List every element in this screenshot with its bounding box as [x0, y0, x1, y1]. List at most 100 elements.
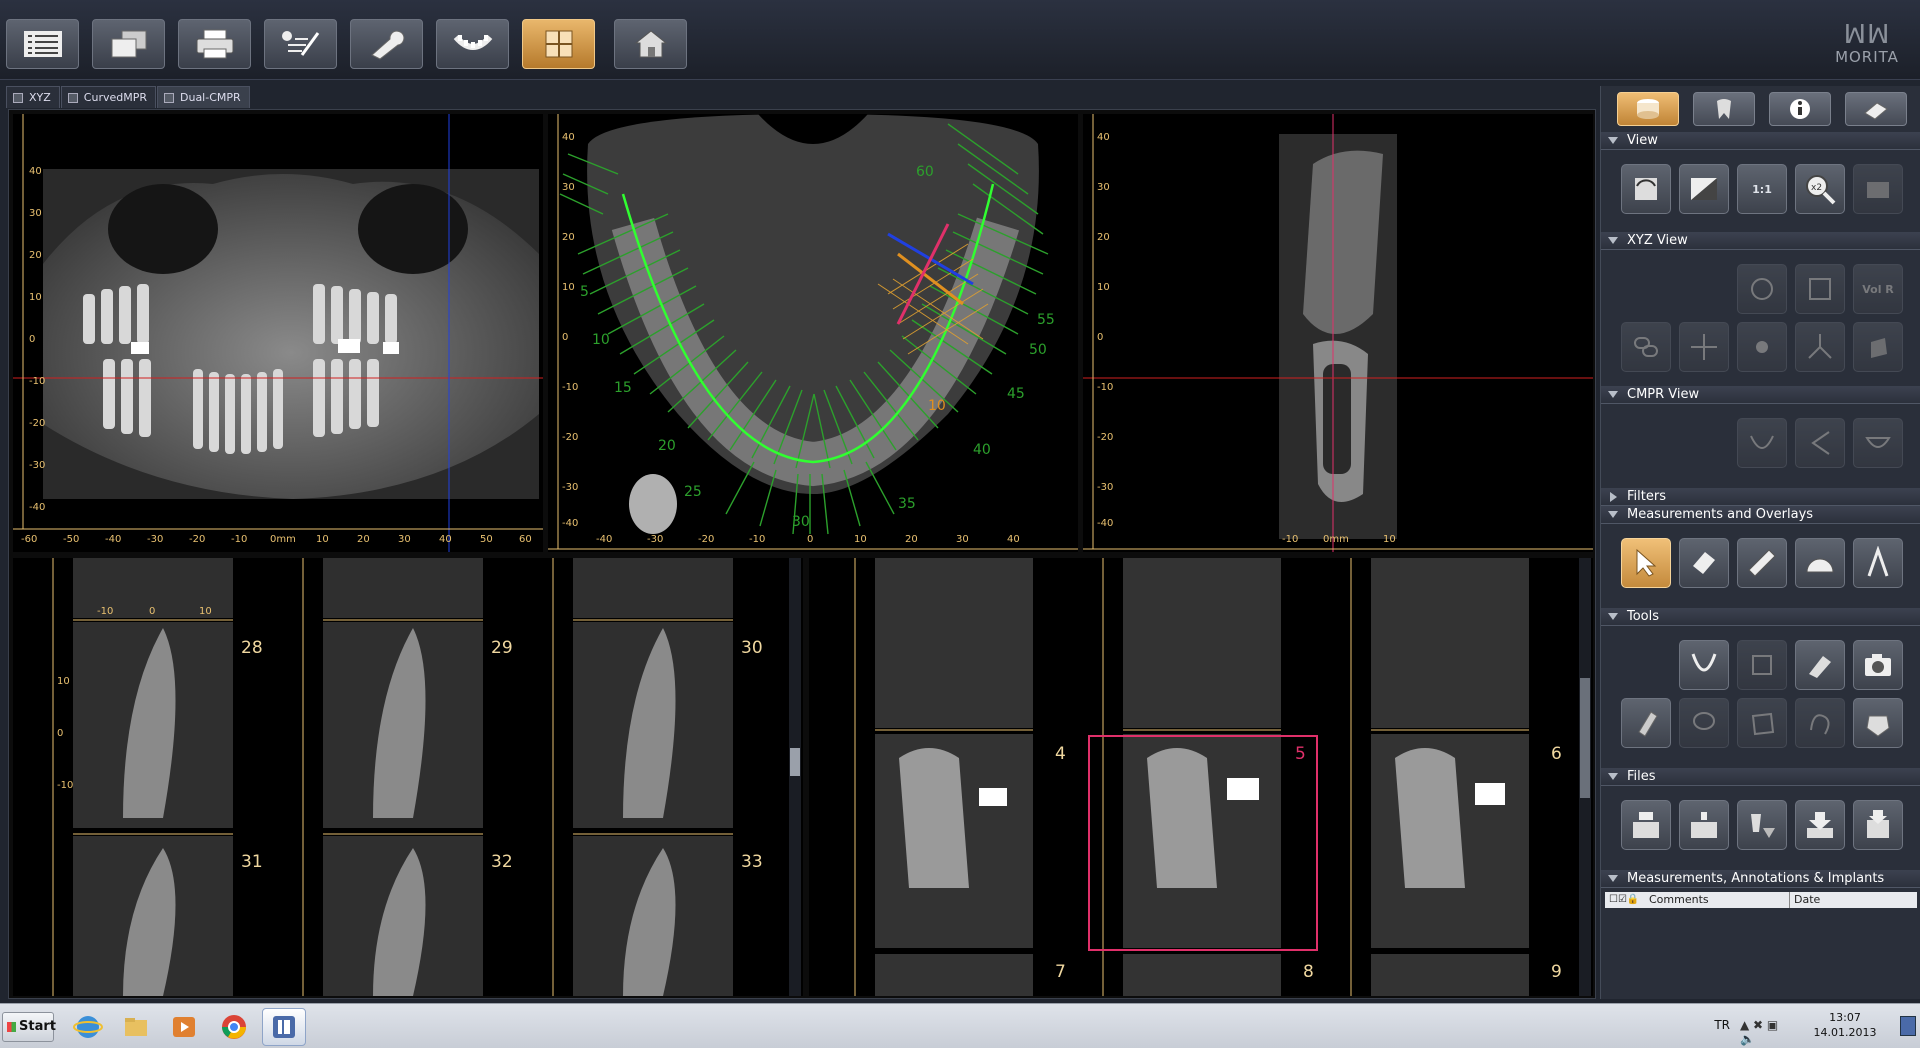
cross-section-slices-right[interactable]: 4 5 6 7 8 9 — [809, 558, 1593, 996]
patient-list-icon — [23, 31, 62, 57]
dicom-import-button[interactable] — [1679, 800, 1729, 850]
implant-tool-button[interactable] — [1795, 640, 1845, 690]
section-xyz-view[interactable]: XYZ View — [1601, 232, 1920, 250]
download-icon — [1807, 812, 1833, 838]
xyz-tool-button[interactable] — [1679, 322, 1729, 372]
taskbar-clock[interactable]: 13:07 14.01.2013 — [1810, 1010, 1880, 1040]
tab-xyz[interactable]: XYZ — [6, 86, 60, 108]
panel-tab-info[interactable] — [1769, 92, 1831, 126]
cmpr-tool-button[interactable] — [1853, 418, 1903, 468]
windows-logo-icon — [7, 1022, 16, 1032]
axes-icon — [1808, 334, 1832, 359]
tooth-icon — [1717, 99, 1731, 119]
arch-label: 15 — [614, 380, 632, 396]
taskbar-i-dixel[interactable] — [262, 1008, 306, 1046]
frame-icon — [1809, 278, 1831, 300]
section-annotations[interactable]: Measurements, Annotations & Implants — [1601, 870, 1920, 888]
section-cmpr-view[interactable]: CMPR View — [1601, 386, 1920, 404]
taskbar-media-player[interactable] — [162, 1008, 206, 1046]
tab-curvedmpr[interactable]: CurvedMPR — [60, 86, 156, 108]
layout-button[interactable] — [1853, 164, 1903, 214]
download-button[interactable] — [1795, 800, 1845, 850]
cross-section-slices-left[interactable]: 28 29 30 31 32 33 -10 0 10 10 0 -10 — [13, 558, 803, 996]
tool-button[interactable] — [1737, 640, 1787, 690]
compass-icon — [1867, 546, 1889, 577]
save-disk-button[interactable] — [1853, 800, 1903, 850]
eraser-tool-button[interactable] — [1679, 538, 1729, 588]
cross-section-view[interactable]: -10 0mm 10 40 30 20 10 0 -10 -20 -30 -40 — [1083, 114, 1593, 552]
xyz-tool-button[interactable] — [1795, 322, 1845, 372]
axial-image — [548, 114, 1078, 550]
print-button[interactable] — [178, 19, 251, 69]
panoramic-view[interactable]: -60 -50 -40 -30 -20 -10 0mm 10 20 30 40 … — [13, 114, 543, 552]
tab-dual-cmpr[interactable]: Dual-CMPR — [157, 86, 250, 108]
section-filters[interactable]: Filters — [1601, 488, 1920, 506]
column-date[interactable]: Date — [1789, 892, 1820, 908]
taskbar-explorer[interactable] — [114, 1008, 158, 1046]
angle-measure-button[interactable] — [1795, 538, 1845, 588]
dental-arch-button[interactable] — [436, 19, 509, 69]
section-tools[interactable]: Tools — [1601, 608, 1920, 626]
column-comments[interactable]: Comments — [1649, 892, 1709, 908]
tool-button[interactable] — [1795, 698, 1845, 748]
cmpr-view-button[interactable] — [522, 19, 595, 69]
report-button[interactable] — [264, 19, 337, 69]
tool-button[interactable] — [1737, 698, 1787, 748]
xyz-tool-button[interactable] — [1737, 264, 1787, 314]
arch-label: 45 — [1007, 386, 1025, 402]
cmpr-tool-button[interactable] — [1737, 418, 1787, 468]
tool-button[interactable] — [1679, 698, 1729, 748]
section-files[interactable]: Files — [1601, 768, 1920, 786]
show-desktop-button[interactable] — [1900, 1016, 1916, 1036]
crown-tool-button[interactable] — [1853, 698, 1903, 748]
start-button[interactable]: Start — [2, 1012, 56, 1042]
select-pointer-button[interactable] — [1621, 538, 1671, 588]
patient-list-button[interactable] — [6, 19, 79, 69]
dicom-export-button[interactable] — [1621, 800, 1671, 850]
slice-number: 28 — [241, 638, 263, 658]
cmpr-tool-button[interactable] — [1795, 418, 1845, 468]
info-icon — [1790, 99, 1810, 119]
pano-x-tick: 40 — [439, 534, 452, 545]
nerve-canal-button[interactable] — [1679, 640, 1729, 690]
snapshot-button[interactable] — [1853, 640, 1903, 690]
collapse-triangle-icon — [1608, 237, 1618, 244]
volr-button[interactable]: Vol R — [1853, 264, 1903, 314]
arch-label: 50 — [1029, 342, 1047, 358]
axial-view[interactable]: -40 -30 -20 -10 0 10 20 30 40 40 30 20 1… — [548, 114, 1078, 552]
length-measure-button[interactable] — [1737, 538, 1787, 588]
ruler-icon — [1748, 549, 1776, 577]
panel-tab-database[interactable] — [1617, 92, 1679, 126]
tray-icons[interactable]: ▲ ✖ ▣ 🔈 — [1740, 1018, 1790, 1046]
xyz-tool-button[interactable] — [1853, 322, 1903, 372]
panel-tab-tooth[interactable] — [1693, 92, 1755, 126]
profile-measure-button[interactable] — [1853, 538, 1903, 588]
axial-x-tick: -30 — [647, 534, 664, 545]
language-indicator[interactable]: TR — [1714, 1018, 1730, 1032]
xyz-tool-button[interactable] — [1621, 322, 1671, 372]
pano-x-tick: -60 — [21, 534, 38, 545]
cross-y-tick: -30 — [1097, 482, 1114, 493]
section-view[interactable]: View — [1601, 132, 1920, 150]
home-button[interactable] — [614, 19, 687, 69]
taskbar-ie[interactable] — [66, 1008, 110, 1046]
zoom-button[interactable]: x2 — [1795, 164, 1845, 214]
dicom-export-icon — [1633, 812, 1659, 838]
panel-tab-eraser[interactable] — [1845, 92, 1907, 126]
windows-button[interactable] — [92, 19, 165, 69]
slices-right-image — [854, 558, 1591, 996]
axial-x-tick: -40 — [596, 534, 613, 545]
window-level-button[interactable] — [1679, 164, 1729, 214]
section-measurements[interactable]: Measurements and Overlays — [1601, 506, 1920, 524]
one-to-one-button[interactable]: 1:1 — [1737, 164, 1787, 214]
pano-y-tick: 30 — [29, 208, 42, 219]
implant-screw-button[interactable] — [1621, 698, 1671, 748]
xyz-tool-button[interactable] — [1737, 322, 1787, 372]
settings-button[interactable] — [350, 19, 423, 69]
xyz-tool-button[interactable] — [1795, 264, 1845, 314]
taskbar-chrome[interactable] — [212, 1008, 256, 1046]
rotate-view-button[interactable] — [1621, 164, 1671, 214]
pano-y-tick: 0 — [29, 334, 36, 345]
slice-number: 4 — [1055, 744, 1066, 764]
stl-export-button[interactable] — [1737, 800, 1787, 850]
